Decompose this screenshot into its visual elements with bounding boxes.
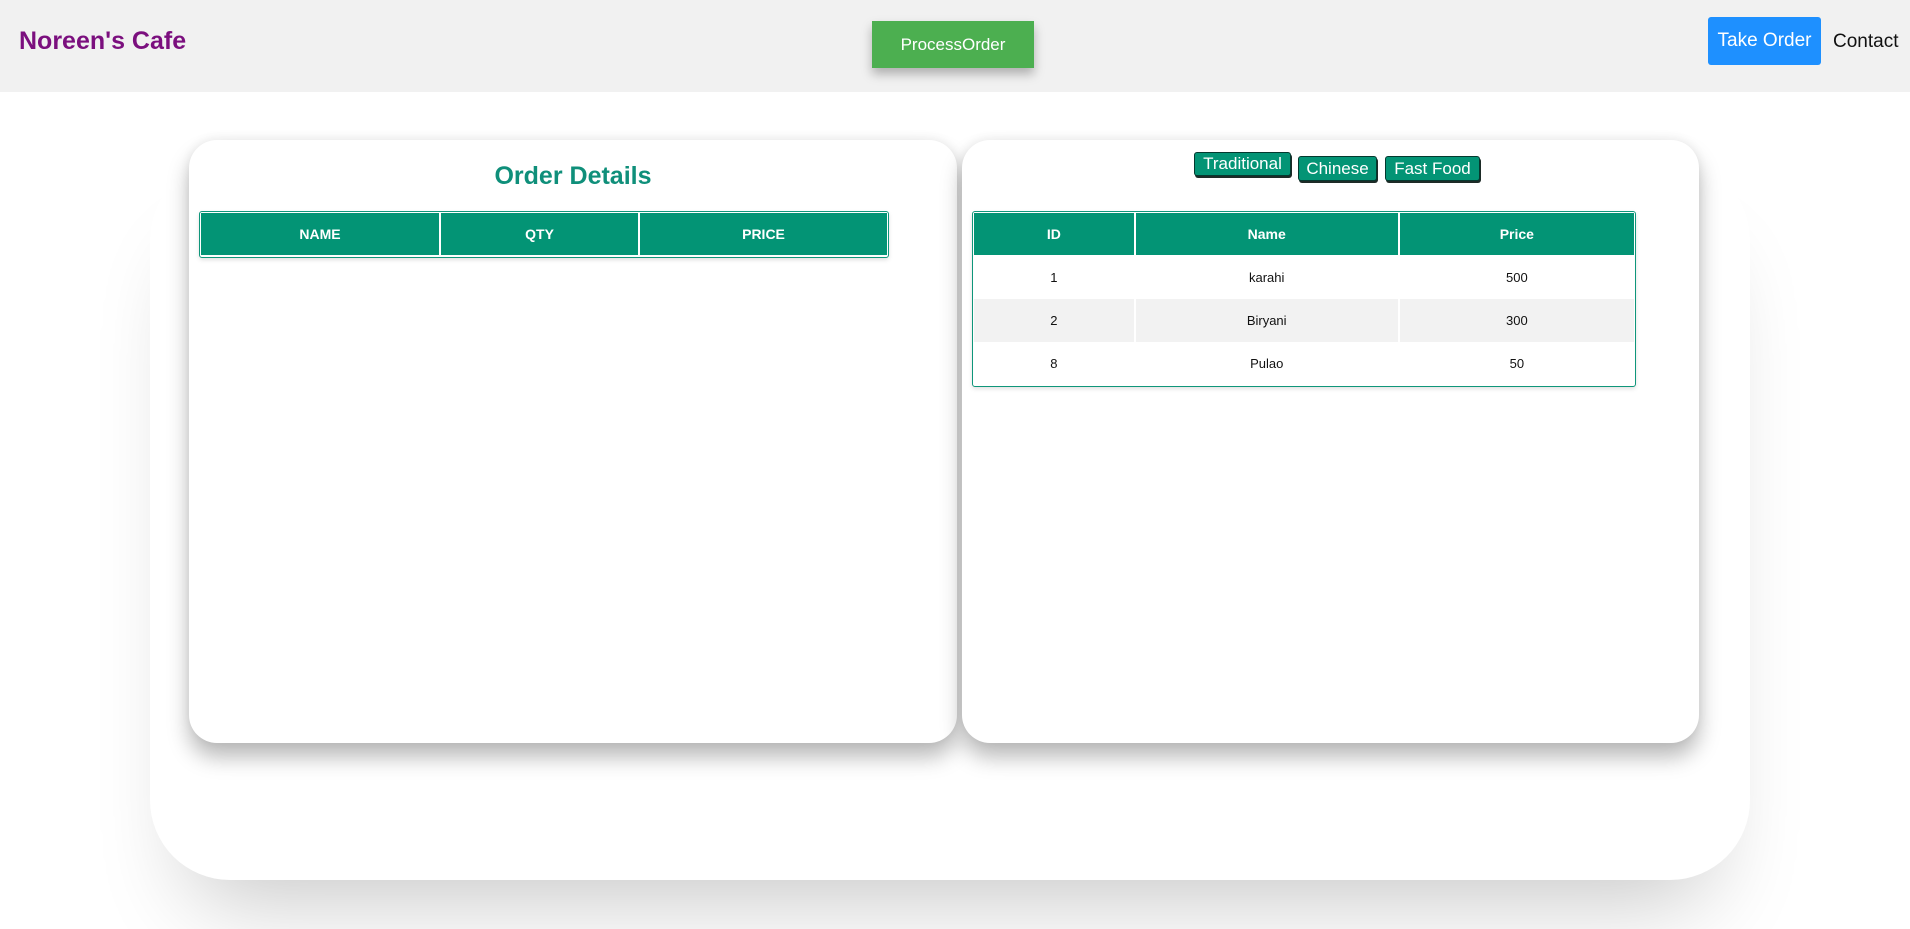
menu-row[interactable]: 1 karahi 500	[974, 256, 1634, 299]
category-fast-food-button[interactable]: Fast Food	[1385, 156, 1480, 181]
order-table-header-row: NAME QTY PRICE	[201, 213, 887, 256]
order-col-name: NAME	[201, 213, 442, 256]
category-chinese-button[interactable]: Chinese	[1298, 156, 1377, 181]
order-details-title: Order Details	[494, 162, 652, 190]
menu-cell-id: 1	[974, 256, 1136, 299]
menu-cell-price: 300	[1399, 299, 1634, 342]
category-traditional-button[interactable]: Traditional	[1194, 152, 1291, 176]
brand-title: Noreen's Cafe	[19, 27, 187, 55]
menu-cell-price: 500	[1505, 270, 1528, 285]
menu-col-id: ID	[974, 213, 1136, 256]
menu-card: Traditional Chinese Fast Food ID Name Pr…	[962, 140, 1699, 743]
category-buttons: Traditional Chinese Fast Food	[962, 152, 1699, 186]
menu-row[interactable]: 8 Pulao 50	[974, 342, 1634, 385]
top-navbar: Noreen's Cafe ProcessOrder Take Order Co…	[0, 0, 1910, 92]
order-table-wrapper: NAME QTY PRICE	[199, 211, 889, 258]
menu-cell-name: Pulao	[1136, 342, 1400, 385]
menu-row[interactable]: 2 Biryani 300	[974, 299, 1634, 342]
menu-cell-id: 2	[974, 299, 1136, 342]
contact-link[interactable]: Contact	[1833, 31, 1898, 53]
menu-cell-id: 8	[974, 342, 1136, 385]
menu-table-wrapper: ID Name Price 1 karahi 500 2 Biryani 300…	[972, 211, 1636, 387]
menu-col-name: Name	[1135, 213, 1400, 256]
order-details-card: Order Details NAME QTY PRICE	[189, 140, 957, 743]
take-order-button[interactable]: Take Order	[1708, 17, 1821, 65]
menu-table-header-row: ID Name Price	[974, 213, 1634, 256]
process-order-button[interactable]: ProcessOrder	[872, 21, 1034, 68]
order-col-price: PRICE	[640, 213, 887, 256]
order-table: NAME QTY PRICE	[201, 213, 887, 256]
menu-cell-price: 50	[1509, 356, 1525, 371]
menu-col-price: Price	[1399, 213, 1634, 256]
menu-cell-name: Biryani	[1135, 299, 1400, 342]
menu-cell-name: karahi	[1136, 256, 1400, 299]
menu-table-body: 1 karahi 500 2 Biryani 300 8 Pulao 50	[974, 256, 1634, 385]
order-col-qty: QTY	[441, 213, 641, 256]
menu-table: ID Name Price 1 karahi 500 2 Biryani 300…	[974, 213, 1634, 385]
